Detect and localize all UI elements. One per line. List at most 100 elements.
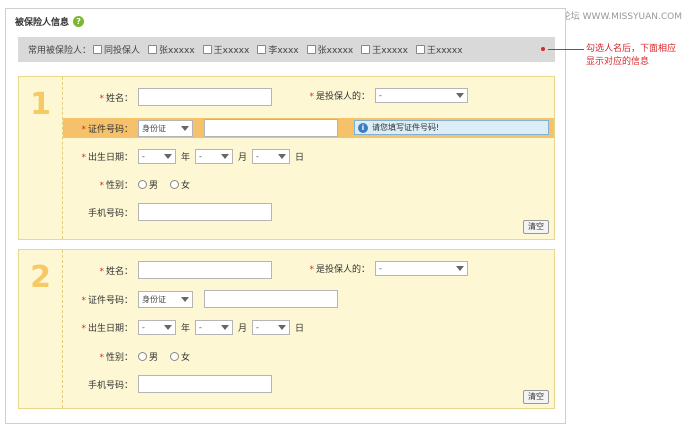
panel-title-text: 被保险人信息 — [15, 18, 70, 28]
required-mark: * — [81, 124, 86, 135]
name-input[interactable] — [138, 88, 272, 106]
mobile-input[interactable] — [138, 375, 272, 393]
id-label: * 证件号码： — [63, 293, 138, 306]
annotation-dot — [541, 47, 545, 51]
gender-male-option[interactable]: 男 — [138, 350, 158, 363]
chevron-down-icon — [221, 325, 230, 330]
name-input[interactable] — [138, 261, 272, 279]
checkbox[interactable] — [361, 45, 371, 54]
select-value: - — [379, 264, 382, 273]
option-label: 王xxxxx — [372, 46, 408, 56]
common-insured-option[interactable]: 张xxxxx — [148, 43, 195, 56]
insured-section-1: 1 * 姓名： * 是投保人的： - * 证件号码： 身份证 i 请您填写证件号码! *… — [18, 76, 555, 240]
common-insured-bar: 常用被保险人： 同投保人 张xxxxx 王xxxxx 李xxxx 张xxxxx … — [18, 37, 555, 62]
select-value: - — [256, 152, 259, 161]
page: 思缘设计论坛 WWW.MISSYUAN.COM 被保险人信息 ? 常用被保险人：… — [0, 0, 690, 431]
required-mark: * — [81, 153, 86, 163]
birth-label: * 出生日期： — [63, 150, 138, 163]
checkbox[interactable] — [93, 45, 103, 54]
select-value: 身份证 — [142, 123, 166, 133]
annotation-line-2: 显示对应的信息 — [586, 57, 650, 67]
chevron-down-icon — [181, 125, 189, 131]
radio[interactable] — [170, 352, 180, 361]
birth-year-select[interactable]: - — [138, 149, 176, 164]
label-text: 性别： — [105, 181, 133, 191]
gender-male-option[interactable]: 男 — [138, 178, 158, 191]
checkbox[interactable] — [148, 45, 158, 54]
checkbox[interactable] — [202, 45, 212, 54]
option-label: 同投保人 — [104, 46, 141, 56]
mobile-row: 手机号码： — [63, 203, 272, 221]
annotation-line-1: 勾选人名后，下面相应 — [586, 44, 677, 54]
birth-label: * 出生日期： — [63, 321, 138, 334]
common-insured-option[interactable]: 张xxxxx — [306, 43, 354, 56]
gender-female-option[interactable]: 女 — [170, 178, 190, 191]
common-insured-option[interactable]: 李xxxx — [257, 43, 299, 56]
birth-day-select[interactable]: - — [252, 149, 291, 164]
checkbox[interactable] — [306, 45, 316, 54]
relation-row: * 是投保人的： - — [301, 261, 468, 276]
id-hint: i 请您填写证件号码! — [354, 120, 549, 135]
select-value: - — [199, 323, 202, 332]
label-text: 出生日期： — [87, 324, 133, 334]
relation-label: * 是投保人的： — [301, 89, 375, 102]
gender-female-option[interactable]: 女 — [170, 350, 190, 363]
year-unit: 年 — [181, 153, 191, 163]
radio[interactable] — [138, 352, 147, 361]
name-label: * 姓名： — [63, 264, 138, 277]
clear-button[interactable]: 清空 — [523, 390, 549, 404]
chevron-down-icon — [456, 93, 464, 98]
radio[interactable] — [138, 180, 147, 189]
select-value: 身份证 — [142, 294, 166, 304]
panel-title: 被保险人信息 ? — [15, 15, 85, 28]
info-icon: i — [358, 122, 368, 133]
option-label: 李xxxx — [268, 46, 299, 56]
month-unit: 月 — [238, 324, 248, 334]
common-insured-option[interactable]: 王xxxxx — [202, 43, 249, 56]
mobile-label: 手机号码： — [87, 208, 133, 219]
option-label: 女 — [181, 181, 191, 191]
help-icon[interactable]: ? — [73, 16, 85, 27]
checkbox[interactable] — [257, 45, 267, 54]
required-mark: * — [81, 295, 86, 306]
checkbox[interactable] — [415, 45, 425, 54]
required-mark: * — [81, 324, 86, 334]
option-label: 王xxxxx — [426, 46, 463, 56]
id-type-select[interactable]: 身份证 — [138, 290, 193, 308]
relation-select[interactable]: - — [375, 261, 468, 276]
select-value: - — [142, 323, 145, 332]
chevron-down-icon — [456, 266, 464, 271]
birth-month-select[interactable]: - — [195, 149, 234, 164]
chevron-down-icon — [278, 154, 287, 159]
id-number-input[interactable] — [204, 119, 338, 137]
section-number: 2 — [19, 250, 63, 408]
birth-day-select[interactable]: - — [252, 320, 291, 335]
required-mark: * — [99, 266, 104, 277]
year-unit: 年 — [181, 324, 191, 334]
chevron-down-icon — [278, 325, 287, 330]
hint-text: 请您填写证件号码! — [372, 123, 440, 132]
gender-label: * 性别： — [63, 178, 138, 191]
birth-month-select[interactable]: - — [195, 320, 234, 335]
common-insured-option[interactable]: 同投保人 — [93, 43, 140, 56]
relation-select[interactable]: - — [375, 88, 468, 103]
mobile-label: 手机号码： — [87, 380, 133, 391]
common-insured-option[interactable]: 王xxxxx — [361, 43, 408, 56]
gender-row: * 性别： 男 女 — [63, 350, 202, 363]
label-text: 性别： — [105, 353, 133, 363]
required-mark: * — [99, 93, 104, 104]
common-insured-option[interactable]: 王xxxxx — [415, 43, 463, 56]
id-type-select[interactable]: 身份证 — [138, 119, 193, 137]
birth-row: * 出生日期： - 年 - 月 - 日 — [63, 320, 309, 335]
id-number-input[interactable] — [204, 290, 338, 308]
birth-year-select[interactable]: - — [138, 320, 176, 335]
chevron-down-icon — [221, 154, 230, 159]
chevron-down-icon — [164, 325, 172, 330]
required-mark: * — [309, 92, 314, 102]
label-text: 是投保人的： — [315, 265, 370, 275]
mobile-input[interactable] — [138, 203, 272, 221]
radio[interactable] — [170, 180, 180, 189]
annotation-line — [548, 49, 584, 50]
clear-button[interactable]: 清空 — [523, 220, 549, 234]
option-label: 张xxxxx — [317, 46, 354, 56]
